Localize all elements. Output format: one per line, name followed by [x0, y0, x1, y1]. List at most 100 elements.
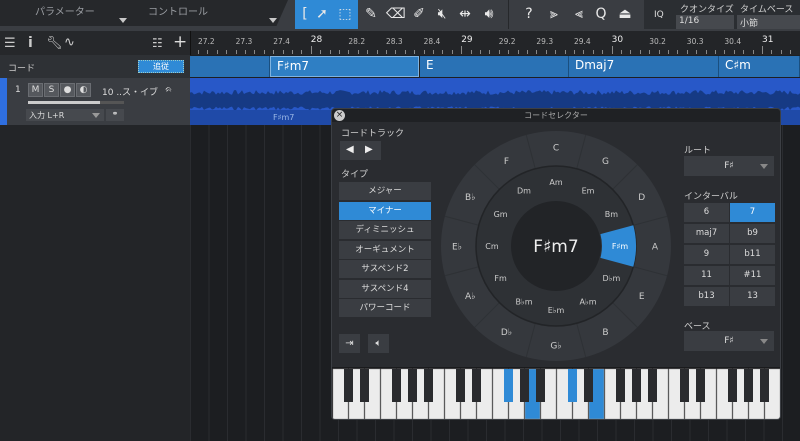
wrench-icon[interactable]: 🔧︎	[46, 36, 63, 51]
root-select[interactable]: F♯	[684, 156, 774, 176]
outer-key-label[interactable]: E♭	[452, 243, 462, 253]
listen-tool-icon[interactable]: 🔊︎	[480, 6, 498, 22]
black-key-G#[interactable]	[632, 369, 641, 402]
chord-block[interactable]: Dmaj7	[569, 56, 719, 77]
black-key-F#[interactable]	[504, 369, 513, 402]
snap-grid-icon[interactable]: ⫷	[570, 6, 588, 22]
inner-key-label[interactable]: Gm	[494, 210, 508, 219]
snap-icon[interactable]: ⫸	[545, 6, 563, 22]
arrow-tool-icon[interactable]: ➚	[313, 6, 331, 22]
outer-key-label[interactable]: D	[638, 193, 645, 203]
black-key-A#[interactable]	[424, 369, 433, 402]
black-key-C#[interactable]	[680, 369, 689, 402]
interval-button[interactable]: 11	[684, 266, 729, 285]
inner-key-label[interactable]: Dm	[517, 187, 531, 196]
inner-key-label[interactable]: A♭m	[579, 297, 596, 306]
outer-key-label[interactable]: G	[602, 157, 609, 167]
outer-key-label[interactable]: C	[553, 144, 559, 154]
black-key-A#[interactable]	[536, 369, 545, 402]
interval-button[interactable]: maj7	[684, 224, 729, 243]
inner-key-label[interactable]: F♯m	[612, 242, 628, 251]
interval-button[interactable]: 13	[730, 287, 775, 306]
interval-button[interactable]: b11	[730, 245, 775, 264]
chord-block[interactable]: C♯m	[719, 56, 800, 77]
timebase-select[interactable]: 小節	[737, 15, 800, 29]
eraser-tool-icon[interactable]: ⌫	[386, 6, 406, 22]
interval-button[interactable]: 7	[730, 203, 775, 222]
mute-tool-icon[interactable]: 🔇︎	[433, 6, 451, 22]
black-key-C#[interactable]	[456, 369, 465, 402]
ruler-label: 29	[461, 35, 473, 45]
iq-button[interactable]: IQ	[654, 10, 664, 20]
interval-button[interactable]: b13	[684, 287, 729, 306]
follow-button[interactable]: 追従	[138, 60, 184, 73]
outer-key-label[interactable]: G♭	[550, 342, 561, 352]
tab-control[interactable]: コントロール	[148, 3, 208, 18]
interval-button[interactable]: #11	[730, 266, 775, 285]
help-icon[interactable]: ?	[520, 6, 538, 22]
black-key-A#[interactable]	[760, 369, 769, 402]
outer-key-label[interactable]: D♭	[501, 328, 512, 338]
black-key-F#[interactable]	[616, 369, 625, 402]
inner-key-label[interactable]: D♭m	[603, 274, 621, 283]
black-key-D#[interactable]	[584, 369, 593, 402]
waveform-icon[interactable]: ᨑ	[165, 84, 173, 95]
inner-key-label[interactable]: Bm	[605, 210, 618, 219]
autoscroll-icon[interactable]: ⏏	[616, 6, 634, 22]
inner-key-label[interactable]: Cm	[485, 242, 499, 251]
inner-key-label[interactable]: Fm	[494, 274, 507, 283]
black-key-D#[interactable]	[360, 369, 369, 402]
solo-button[interactable]: S	[44, 83, 59, 97]
quantize-select[interactable]: 1/16	[676, 15, 734, 29]
record-button[interactable]: ●	[60, 83, 75, 97]
outer-key-label[interactable]: E	[639, 292, 645, 302]
interval-button[interactable]: b9	[730, 224, 775, 243]
track-name[interactable]: 10 ..ス・イブ	[102, 85, 158, 98]
bend-tool-icon[interactable]: ⇹	[456, 6, 474, 22]
outer-key-label[interactable]: F	[504, 157, 509, 167]
inner-key-label[interactable]: Am	[549, 178, 562, 187]
chord-block[interactable]: E	[420, 56, 569, 77]
black-key-C#[interactable]	[344, 369, 353, 402]
inner-key-label[interactable]: E♭m	[548, 306, 565, 315]
add-track-icon[interactable]: +	[173, 32, 187, 52]
tab-parameters[interactable]: パラメーター	[35, 3, 95, 18]
outer-key-label[interactable]: B	[602, 328, 608, 338]
input-select[interactable]: 入力 L+R	[26, 109, 104, 121]
black-key-F#[interactable]	[392, 369, 401, 402]
black-key-F#[interactable]	[728, 369, 737, 402]
chord-block-empty[interactable]	[190, 56, 270, 77]
mute-button[interactable]: M	[28, 83, 43, 97]
black-key-C#[interactable]	[568, 369, 577, 402]
inner-key-label[interactable]: B♭m	[515, 297, 532, 306]
bass-select[interactable]: F♯	[684, 331, 774, 351]
monitor-button[interactable]: ◐	[76, 83, 91, 97]
chevron-down-icon[interactable]	[119, 18, 127, 23]
list-icon[interactable]: ☰	[4, 36, 16, 51]
outer-key-label[interactable]: A♭	[465, 292, 475, 302]
black-key-G#[interactable]	[408, 369, 417, 402]
range-tool-icon[interactable]: ⬚	[336, 6, 354, 22]
quantize-icon[interactable]: Q	[592, 6, 610, 22]
info-icon[interactable]: i	[28, 35, 33, 51]
chevron-down-icon[interactable]	[269, 18, 277, 23]
link-toggle[interactable]: ⚭	[106, 109, 124, 121]
black-key-G#[interactable]	[520, 369, 529, 402]
interval-button[interactable]: 6	[684, 203, 729, 222]
automation-icon[interactable]: ∿	[64, 35, 75, 50]
range-bracket-icon[interactable]: [	[296, 6, 314, 22]
chord-block[interactable]: F♯m7	[270, 56, 419, 77]
pencil-tool-icon[interactable]: ✎	[362, 6, 380, 22]
outer-key-label[interactable]: B♭	[465, 193, 475, 203]
piano-keyboard[interactable]	[332, 367, 780, 419]
black-key-D#[interactable]	[472, 369, 481, 402]
volume-slider[interactable]	[28, 101, 124, 104]
black-key-D#[interactable]	[696, 369, 705, 402]
outer-key-label[interactable]: A	[652, 243, 659, 253]
black-key-A#[interactable]	[648, 369, 657, 402]
paint-tool-icon[interactable]: ✐	[410, 6, 428, 22]
interval-button[interactable]: 9	[684, 245, 729, 264]
track-list-icon[interactable]: ☷	[152, 36, 163, 50]
inner-key-label[interactable]: Em	[582, 187, 595, 196]
black-key-G#[interactable]	[744, 369, 753, 402]
